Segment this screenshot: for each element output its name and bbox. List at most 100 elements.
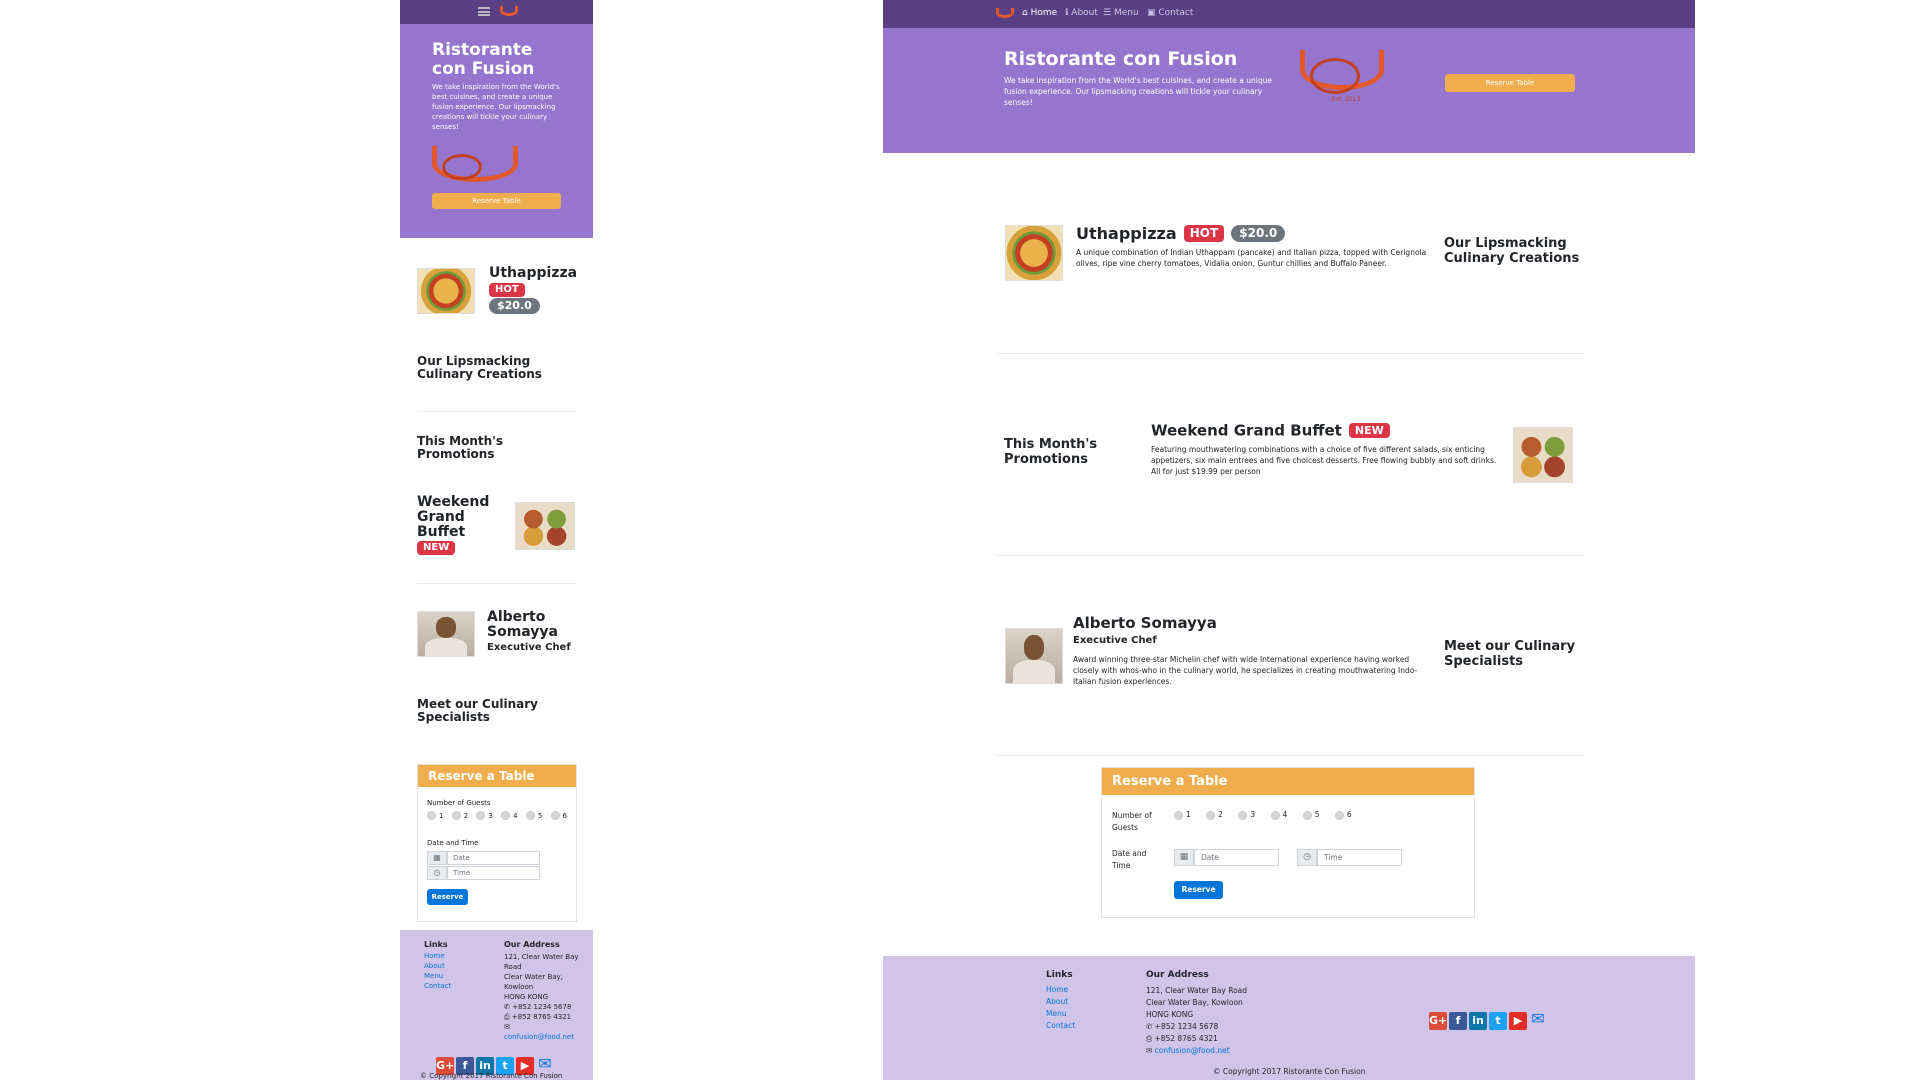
brand-logo-icon (432, 142, 520, 192)
guests-label: Number of Guests (427, 799, 491, 807)
footer-address-heading: Our Address (504, 940, 560, 949)
reserve-submit-button[interactable]: Reserve (427, 889, 468, 905)
divider (995, 555, 1585, 556)
promotion-name-line2: Grand (417, 509, 465, 525)
leader-description: Award winning three-star Michelin chef w… (1073, 655, 1418, 686)
promotion-description: Featuring mouthwatering combinations wit… (1151, 445, 1497, 476)
date-input[interactable]: Date (447, 851, 540, 865)
brand-title: Ristorante con Fusion (1004, 48, 1238, 70)
mobile-view: Ristorante con Fusion We take inspiratio… (400, 0, 593, 1080)
dish-section-heading-line1: Our Lipsmacking (417, 354, 531, 368)
dish-hot-badge: HOT (489, 283, 525, 297)
reserve-table-button[interactable]: Reserve Table (432, 193, 561, 209)
phone-icon: ✆ (504, 1003, 513, 1011)
footer-address-line: Kowloon (504, 983, 534, 991)
guests-radio-1[interactable]: 1 (1174, 810, 1191, 820)
reservation-card: Reserve a Table Number of Guests 1 2 3 4… (1101, 767, 1475, 918)
guests-radio-4[interactable]: 4 (1270, 810, 1287, 820)
footer-address-block: 121, Clear Water Bay Road Clear Water Ba… (1146, 985, 1326, 1057)
footer-fax: ⎙ +852 8765 4321 (1146, 1034, 1218, 1043)
dish-hot-badge: HOT (1183, 225, 1225, 242)
divider (995, 755, 1585, 756)
footer-email-link[interactable]: confusion@food.net (1155, 1046, 1230, 1055)
twitter-icon[interactable]: t (1489, 1012, 1507, 1030)
mail-icon[interactable]: ✉ (1529, 1010, 1547, 1028)
promotion-section-heading-line2: Promotions (417, 447, 495, 461)
leader-section-heading-line2: Specialists (417, 710, 490, 724)
calendar-icon: ▦ (427, 851, 447, 865)
guests-radio-5[interactable]: 5 (1302, 810, 1319, 820)
guests-radio-4[interactable]: 4 (501, 811, 518, 820)
guests-radio-2[interactable]: 2 (451, 811, 468, 820)
nav-item-menu[interactable]: ☰ Menu (1103, 8, 1139, 18)
footer-link-home[interactable]: Home (1046, 985, 1068, 994)
leader-section-heading-line1: Meet our Culinary (417, 697, 538, 711)
home-icon: ⌂ (1022, 8, 1031, 18)
divider (417, 583, 577, 584)
guests-radio-5[interactable]: 5 (525, 811, 542, 820)
desktop-navbar: ⌂ Home ℹ About ☰ Menu ▣ Contact (883, 0, 1695, 28)
footer-copyright: © Copyright 2017 Ristorante Con Fusion (1213, 1067, 1366, 1076)
dish-title-row: Uthappizza HOT $20.0 (1076, 223, 1286, 243)
leader-name-line2: Somayya (487, 624, 559, 640)
promotion-section-heading-line1: This Month's (1004, 437, 1098, 452)
footer-address-block: 121, Clear Water Bay Road Clear Water Ba… (504, 952, 590, 1042)
time-input[interactable]: Time (1317, 849, 1402, 866)
footer-link-home[interactable]: Home (424, 952, 445, 960)
reservation-card: Reserve a Table Number of Guests 1 2 3 4… (417, 764, 577, 922)
mobile-footer: Links Home About Menu Contact Our Addres… (400, 930, 593, 1080)
footer-address-line: HONG KONG (504, 993, 549, 1001)
promotion-title-row: Weekend Grand Buffet NEW (1151, 420, 1390, 440)
hamburger-icon[interactable] (478, 7, 490, 16)
promotion-name: Weekend Grand Buffet (1151, 421, 1342, 440)
nav-item-home[interactable]: ⌂ Home (1022, 8, 1057, 18)
footer-link-menu[interactable]: Menu (424, 972, 443, 980)
leader-designation: Executive Chef (1073, 635, 1157, 646)
footer-address-line: HONG KONG (1146, 1010, 1194, 1019)
promotion-new-badge: NEW (1348, 422, 1390, 439)
mail-icon[interactable]: ✉ (536, 1055, 554, 1073)
footer-link-contact[interactable]: Contact (1046, 1021, 1075, 1030)
footer-email-link[interactable]: confusion@food.net (504, 1033, 574, 1041)
footer-link-menu[interactable]: Menu (1046, 1009, 1067, 1018)
promotion-image (515, 502, 575, 550)
linkedin-icon[interactable]: in (1469, 1012, 1487, 1030)
dish-image (1005, 225, 1063, 281)
reserve-submit-button[interactable]: Reserve (1174, 881, 1223, 899)
promotion-new-badge: NEW (417, 541, 456, 555)
dish-section-heading-line2: Culinary Creations (1444, 251, 1580, 266)
footer-address-line: 121, Clear Water Bay Road (1146, 986, 1248, 995)
nav-item-about[interactable]: ℹ About (1065, 8, 1098, 18)
guests-radio-3[interactable]: 3 (476, 811, 493, 820)
address-card-icon: ▣ (1147, 8, 1159, 18)
leader-image (417, 611, 475, 657)
navbar-logo-icon[interactable] (996, 8, 1014, 20)
navbar-logo-icon[interactable] (500, 6, 518, 18)
footer-link-about[interactable]: About (424, 962, 445, 970)
guests-radio-6[interactable]: 6 (1334, 810, 1352, 820)
dish-image (417, 268, 475, 314)
date-input[interactable]: Date (1194, 849, 1279, 866)
divider (417, 411, 577, 412)
guests-radio-3[interactable]: 3 (1238, 810, 1255, 820)
youtube-icon[interactable]: ▶ (1509, 1012, 1527, 1030)
facebook-icon[interactable]: f (1449, 1012, 1467, 1030)
footer-link-about[interactable]: About (1046, 997, 1068, 1006)
google-plus-icon[interactable]: G+ (1429, 1012, 1447, 1030)
reserve-table-button[interactable]: Reserve Table (1445, 74, 1575, 92)
footer-links-heading: Links (1046, 970, 1073, 980)
promotion-name-line3: Buffet (417, 524, 466, 540)
mobile-jumbotron: Ristorante con Fusion We take inspiratio… (400, 24, 593, 238)
guests-radio-6[interactable]: 6 (550, 811, 567, 820)
footer-link-contact[interactable]: Contact (424, 982, 451, 990)
datetime-label-line1: Date and (1112, 849, 1147, 858)
nav-item-contact[interactable]: ▣ Contact (1147, 8, 1193, 18)
guests-radio-1[interactable]: 1 (427, 811, 443, 820)
time-input[interactable]: Time (447, 866, 540, 880)
list-icon: ☰ (1103, 8, 1114, 18)
footer-address-heading: Our Address (1146, 970, 1209, 980)
dish-price-badge: $20.0 (1231, 225, 1286, 242)
guests-radio-group: 1 2 3 4 5 6 (1174, 810, 1374, 820)
guests-radio-2[interactable]: 2 (1206, 810, 1223, 820)
envelope-icon: ✉ (1146, 1046, 1155, 1055)
